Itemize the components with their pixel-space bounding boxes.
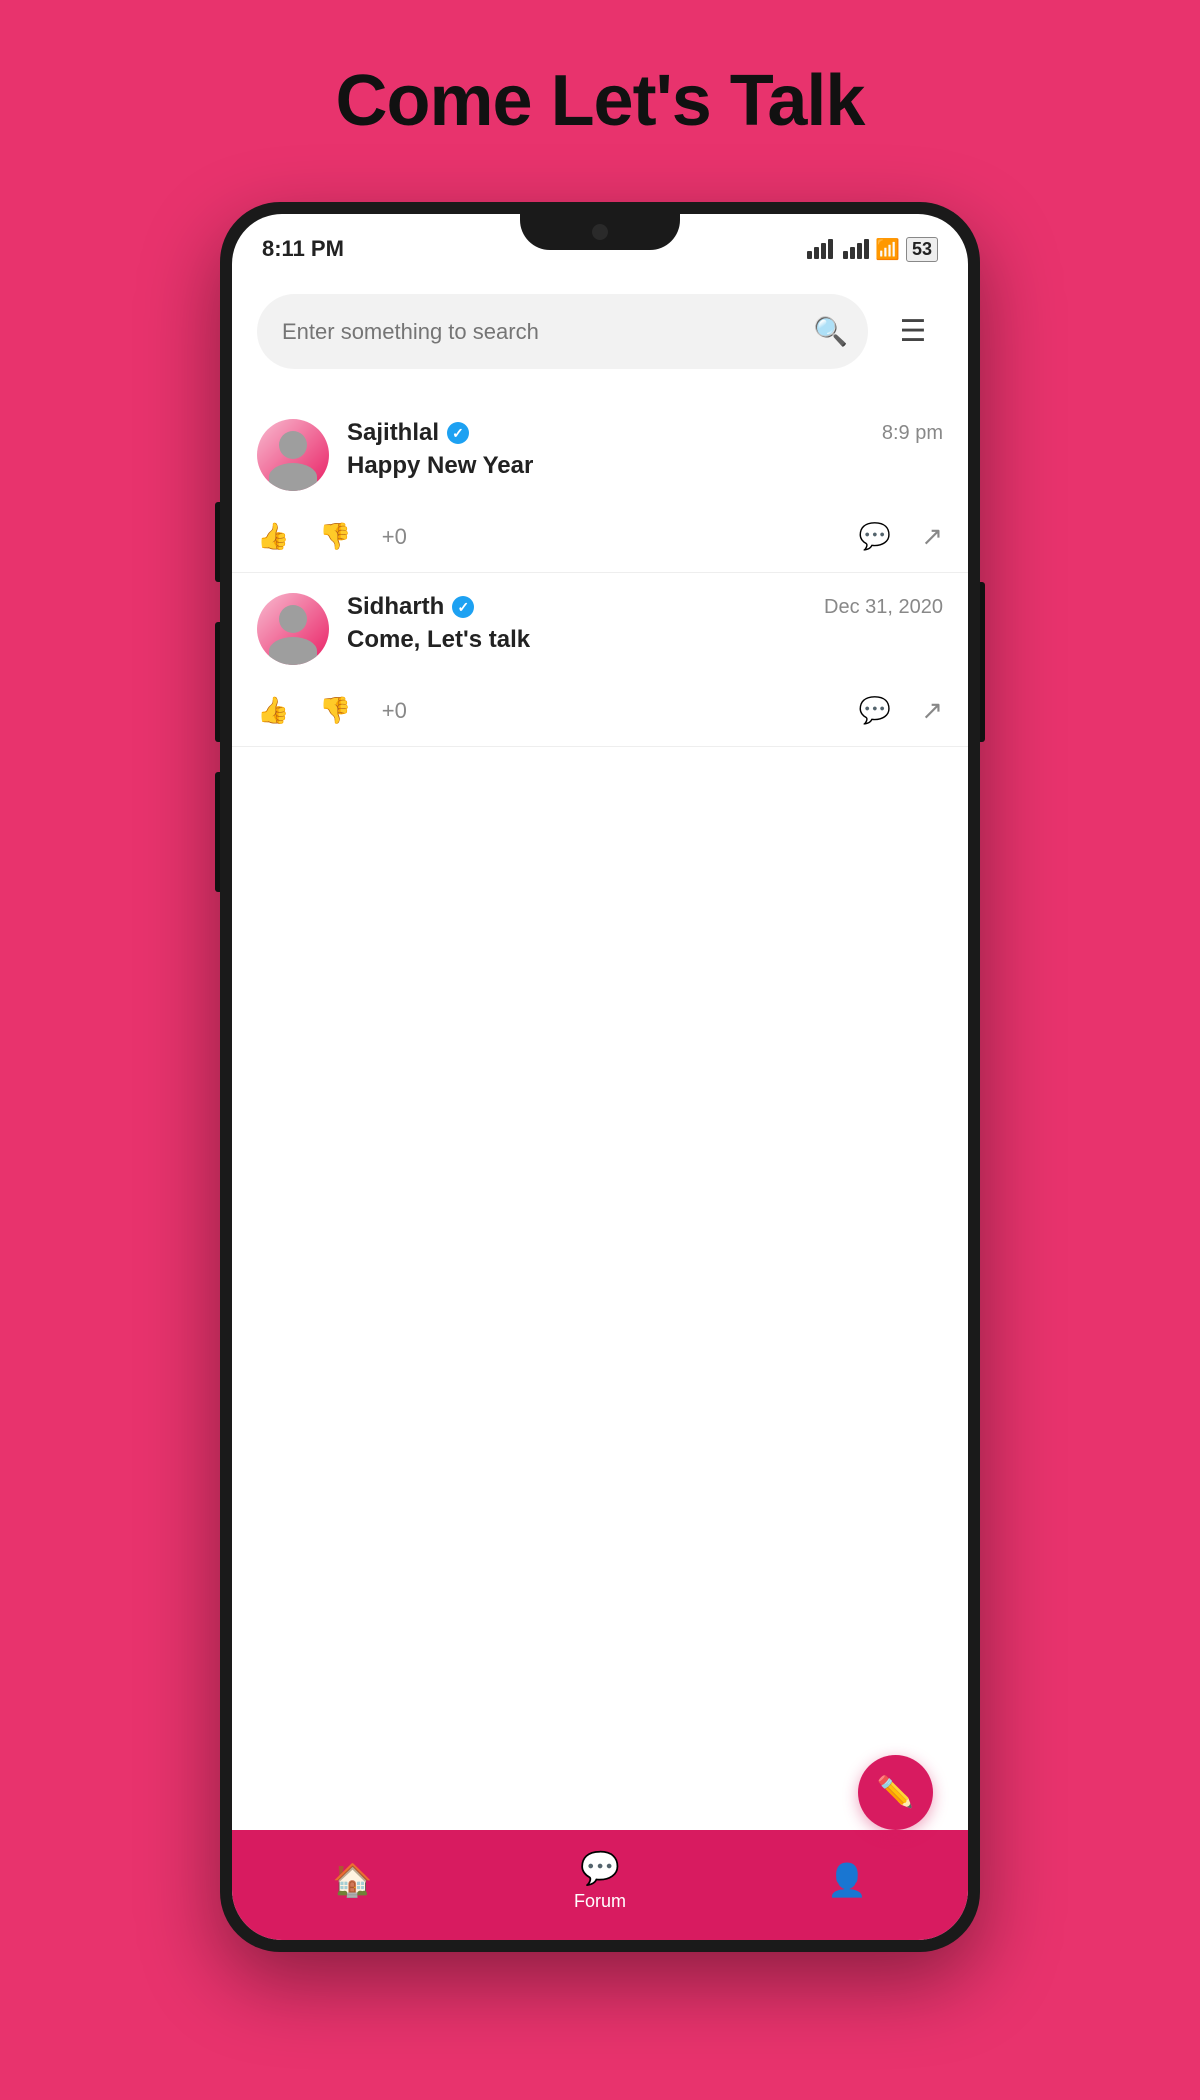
- thumbs-up-icon: 👍: [257, 695, 289, 726]
- post-author-name: Sajithlal: [347, 419, 439, 447]
- comment-icon: 💬: [859, 521, 891, 552]
- thumbs-down-icon: 👎: [319, 521, 351, 552]
- post-item: Sidharth ✓ Dec 31, 2020 Come, Let's talk…: [232, 573, 968, 747]
- wifi-icon: 📶: [875, 237, 900, 262]
- bar-1: [807, 251, 812, 259]
- filter-button[interactable]: ☰: [883, 302, 943, 362]
- bottom-nav: 🏠 💬 Forum 👤: [232, 1830, 968, 1940]
- compose-icon: ✏️: [877, 1775, 914, 1810]
- post-name-row: Sidharth ✓ Dec 31, 2020: [347, 593, 943, 621]
- filter-icon: ☰: [900, 314, 927, 349]
- post-actions: 👍 👎 +0 💬 ↗: [257, 685, 943, 736]
- nav-item-forum[interactable]: 💬 Forum: [574, 1849, 626, 1912]
- bar-4: [828, 239, 833, 259]
- page-title-text: Come Let's Talk: [336, 60, 865, 142]
- home-icon: 🏠: [333, 1861, 373, 1899]
- post-header: Sajithlal ✓ 8:9 pm Happy New Year: [257, 419, 943, 491]
- bar-5: [843, 251, 848, 259]
- post-name-row: Sajithlal ✓ 8:9 pm: [347, 419, 943, 447]
- post-content: Happy New Year: [347, 452, 943, 480]
- avatar-head: [279, 431, 307, 459]
- bar-3: [821, 243, 826, 259]
- post-author-name: Sidharth: [347, 593, 444, 621]
- thumbs-down-icon: 👎: [319, 695, 351, 726]
- post-header: Sidharth ✓ Dec 31, 2020 Come, Let's talk: [257, 593, 943, 665]
- signal-bars-1: [807, 239, 833, 259]
- post-score: +0: [382, 524, 407, 550]
- signal-bars-2: [843, 239, 869, 259]
- post-score: +0: [382, 698, 407, 724]
- share-button[interactable]: ↗: [921, 521, 943, 552]
- thumbs-up-icon: 👍: [257, 521, 289, 552]
- post-meta: Sidharth ✓ Dec 31, 2020 Come, Let's talk: [347, 593, 943, 654]
- status-time: 8:11 PM: [262, 236, 344, 262]
- forum-icon: 💬: [580, 1849, 620, 1887]
- bar-8: [864, 239, 869, 259]
- side-btn-left-2: [215, 622, 220, 742]
- avatar: [257, 593, 329, 665]
- post-time: 8:9 pm: [882, 422, 943, 445]
- nav-item-profile[interactable]: 👤: [827, 1861, 867, 1899]
- phone-inner: 8:11 PM 📶 53: [232, 214, 968, 1940]
- status-icons: 📶 53: [807, 237, 938, 262]
- post-item: Sajithlal ✓ 8:9 pm Happy New Year 👍: [232, 399, 968, 573]
- dislike-button[interactable]: 👎: [319, 695, 351, 726]
- post-name-group: Sidharth ✓: [347, 593, 474, 621]
- post-actions: 👍 👎 +0 💬 ↗: [257, 511, 943, 562]
- screen-content: 🔍 ☰: [232, 274, 968, 1830]
- fab-button[interactable]: ✏️: [858, 1755, 933, 1830]
- side-btn-left-1: [215, 502, 220, 582]
- bar-6: [850, 247, 855, 259]
- avatar-body: [269, 637, 317, 665]
- avatar: [257, 419, 329, 491]
- posts-list: Sajithlal ✓ 8:9 pm Happy New Year 👍: [232, 389, 968, 1830]
- battery-icon: 53: [906, 237, 938, 262]
- side-btn-left-3: [215, 772, 220, 892]
- verified-badge: ✓: [452, 596, 474, 618]
- share-icon: ↗: [921, 521, 943, 552]
- forum-label: Forum: [574, 1891, 626, 1912]
- post-content: Come, Let's talk: [347, 626, 943, 654]
- post-meta: Sajithlal ✓ 8:9 pm Happy New Year: [347, 419, 943, 480]
- avatar-person: [257, 419, 329, 491]
- bar-7: [857, 243, 862, 259]
- post-time: Dec 31, 2020: [824, 596, 943, 619]
- share-button[interactable]: ↗: [921, 695, 943, 726]
- share-icon: ↗: [921, 695, 943, 726]
- search-bar-row: 🔍 ☰: [232, 274, 968, 389]
- side-btn-right: [980, 582, 985, 742]
- comment-icon: 💬: [859, 695, 891, 726]
- search-input[interactable]: [282, 319, 803, 345]
- comment-button[interactable]: 💬: [859, 521, 891, 552]
- phone-frame: 8:11 PM 📶 53: [220, 202, 980, 1952]
- avatar-head: [279, 605, 307, 633]
- bar-2: [814, 247, 819, 259]
- nav-item-home[interactable]: 🏠: [333, 1861, 373, 1899]
- comment-button[interactable]: 💬: [859, 695, 891, 726]
- avatar-person: [257, 593, 329, 665]
- search-icon[interactable]: 🔍: [813, 315, 848, 348]
- profile-icon: 👤: [827, 1861, 867, 1899]
- like-button[interactable]: 👍: [257, 695, 289, 726]
- notch: [520, 214, 680, 250]
- search-input-wrap[interactable]: 🔍: [257, 294, 868, 369]
- dislike-button[interactable]: 👎: [319, 521, 351, 552]
- like-button[interactable]: 👍: [257, 521, 289, 552]
- avatar-body: [269, 463, 317, 491]
- camera-dot: [592, 224, 608, 240]
- verified-badge: ✓: [447, 422, 469, 444]
- post-name-group: Sajithlal ✓: [347, 419, 469, 447]
